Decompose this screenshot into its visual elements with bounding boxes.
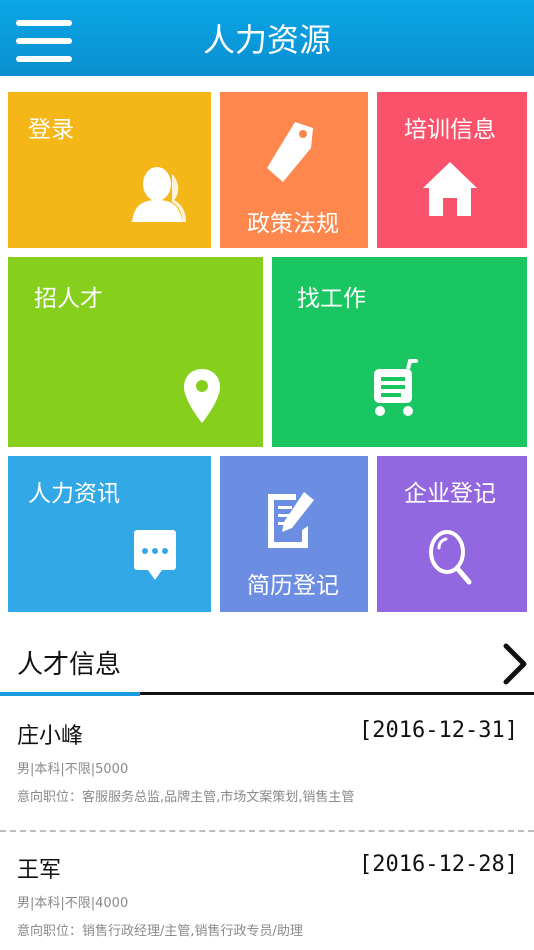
section-active-indicator	[0, 692, 140, 696]
tile-policy-label: 政策法规	[247, 211, 339, 237]
tile-company-label: 企业登记	[404, 481, 496, 507]
tile-training-label: 培训信息	[404, 117, 496, 143]
tile-resume[interactable]: 简历登记	[220, 456, 368, 612]
talent-meta: 男|本科|不限|5000	[17, 762, 129, 777]
app-header: 人力资源	[0, 0, 534, 76]
talent-date: [2016-12-31]	[359, 718, 518, 743]
talent-intent: 意向职位：销售行政经理/主管,销售行政专员/助理	[17, 924, 303, 939]
talent-section-title: 人才信息	[17, 650, 122, 680]
home-icon	[423, 162, 477, 216]
list-divider	[0, 830, 534, 832]
talent-name: 王军	[17, 858, 62, 883]
page-title: 人力资源	[202, 21, 331, 59]
talent-intent: 意向职位：客服服务总监,品牌主管,市场文案策划,销售主管	[17, 790, 355, 805]
tile-news-label: 人力资讯	[28, 481, 120, 507]
document-edit-icon	[268, 492, 314, 548]
talent-list-item[interactable]: 庄小峰 [2016-12-31] 男|本科|不限|5000 意向职位：客服服务总…	[0, 700, 534, 828]
tile-login-label: 登录	[28, 117, 74, 143]
talent-meta: 男|本科|不限|4000	[17, 896, 129, 911]
tile-news[interactable]: 人力资讯	[8, 456, 211, 612]
tile-login[interactable]: 登录	[8, 92, 211, 248]
tile-policy[interactable]: 政策法规	[220, 92, 368, 248]
tile-recruit-label: 招人才	[34, 286, 103, 312]
talent-list-item[interactable]: 王军 [2016-12-28] 男|本科|不限|4000 意向职位：销售行政经理…	[0, 834, 534, 950]
user-icon	[132, 167, 186, 222]
location-pin-icon	[184, 369, 220, 423]
tile-training[interactable]: 培训信息	[377, 92, 527, 248]
tile-resume-label: 简历登记	[247, 573, 339, 599]
talent-name: 庄小峰	[17, 724, 84, 749]
search-icon	[429, 530, 472, 585]
tag-icon	[267, 122, 313, 182]
talent-date: [2016-12-28]	[359, 852, 518, 877]
chevron-right-icon[interactable]	[498, 642, 530, 686]
tile-job-label: 找工作	[297, 286, 366, 312]
tile-job[interactable]: 找工作	[272, 257, 527, 447]
cart-icon	[374, 359, 418, 416]
tile-recruit[interactable]: 招人才	[8, 257, 263, 447]
tile-company[interactable]: 企业登记	[377, 456, 527, 612]
talent-section-header: 人才信息	[0, 632, 534, 692]
chat-bubble-icon	[134, 530, 176, 580]
